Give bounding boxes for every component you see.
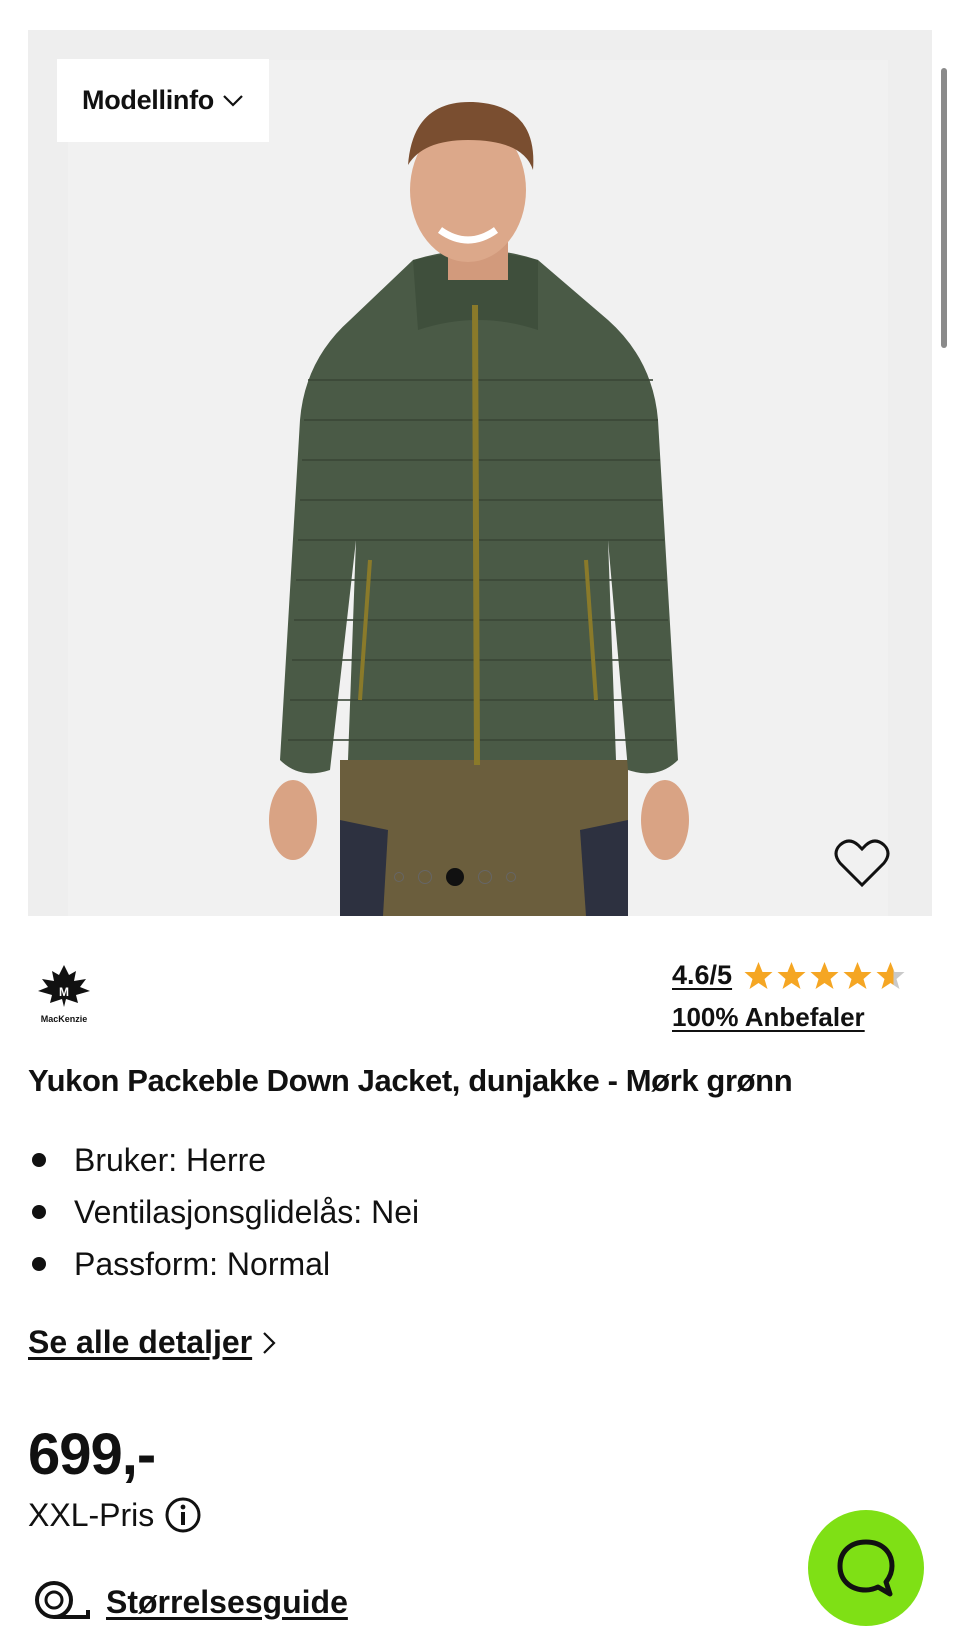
product-image-gallery[interactable]: Modellinfo (28, 30, 932, 916)
star-icon (777, 961, 806, 989)
size-guide-label: Størrelsesguide (106, 1583, 348, 1620)
brand-logo[interactable]: M MacKenzie (34, 965, 94, 1024)
rating-stars (742, 961, 907, 991)
chevron-right-icon (263, 1331, 276, 1354)
brand-name: MacKenzie (40, 1014, 88, 1024)
chat-bubble-icon (837, 1539, 895, 1597)
product-price: 699,- (28, 1422, 156, 1487)
maple-leaf-icon: M (38, 965, 90, 1007)
carousel-dot[interactable] (394, 872, 404, 882)
scrollbar-thumb[interactable] (941, 68, 947, 348)
rating-score[interactable]: 4.6/5 (672, 960, 732, 991)
price-type: XXL-Pris (28, 1496, 202, 1534)
chat-button[interactable] (808, 1510, 924, 1626)
bullet-icon (32, 1257, 46, 1271)
carousel-dot[interactable] (478, 870, 492, 884)
star-icon (843, 961, 872, 989)
measuring-tape-icon (35, 1581, 90, 1619)
info-icon[interactable] (164, 1496, 202, 1534)
carousel-dot[interactable] (418, 870, 432, 884)
feature-item: Bruker: Herre (28, 1134, 419, 1186)
product-photo (68, 60, 888, 916)
feature-text: Ventilasjonsglidelås: Nei (74, 1194, 420, 1230)
see-all-details-link[interactable]: Se alle detaljer (28, 1324, 276, 1361)
favorite-button[interactable] (834, 839, 890, 894)
feature-list: Bruker: Herre Ventilasjonsglidelås: Nei … (28, 1134, 419, 1290)
feature-text: Passform: Normal (74, 1246, 331, 1282)
feature-item: Passform: Normal (28, 1238, 419, 1290)
model-info-button[interactable]: Modellinfo (57, 59, 269, 142)
svg-text:M: M (59, 985, 69, 999)
carousel-dot[interactable] (506, 872, 516, 882)
bullet-icon (32, 1205, 46, 1219)
star-icon (810, 961, 839, 989)
feature-item: Ventilasjonsglidelås: Nei (28, 1186, 419, 1238)
rating-summary[interactable]: 4.6/5 (672, 960, 907, 991)
carousel-dots[interactable] (394, 868, 516, 886)
star-icon (744, 961, 773, 989)
model-info-label: Modellinfo (82, 85, 214, 115)
carousel-dot-active[interactable] (446, 868, 464, 886)
heart-icon (834, 839, 890, 888)
star-icon (876, 961, 905, 989)
chevron-down-icon (223, 94, 243, 107)
jacket-model-illustration (269, 101, 689, 916)
recommend-link[interactable]: 100% Anbefaler (672, 1002, 865, 1033)
product-title: Yukon Packeble Down Jacket, dunjakke - M… (28, 1063, 793, 1098)
see-all-details-label: Se alle detaljer (28, 1324, 253, 1360)
size-guide-link[interactable]: Størrelsesguide (34, 1580, 348, 1624)
bullet-icon (32, 1153, 46, 1167)
price-type-label: XXL-Pris (28, 1496, 155, 1533)
feature-text: Bruker: Herre (74, 1142, 267, 1178)
